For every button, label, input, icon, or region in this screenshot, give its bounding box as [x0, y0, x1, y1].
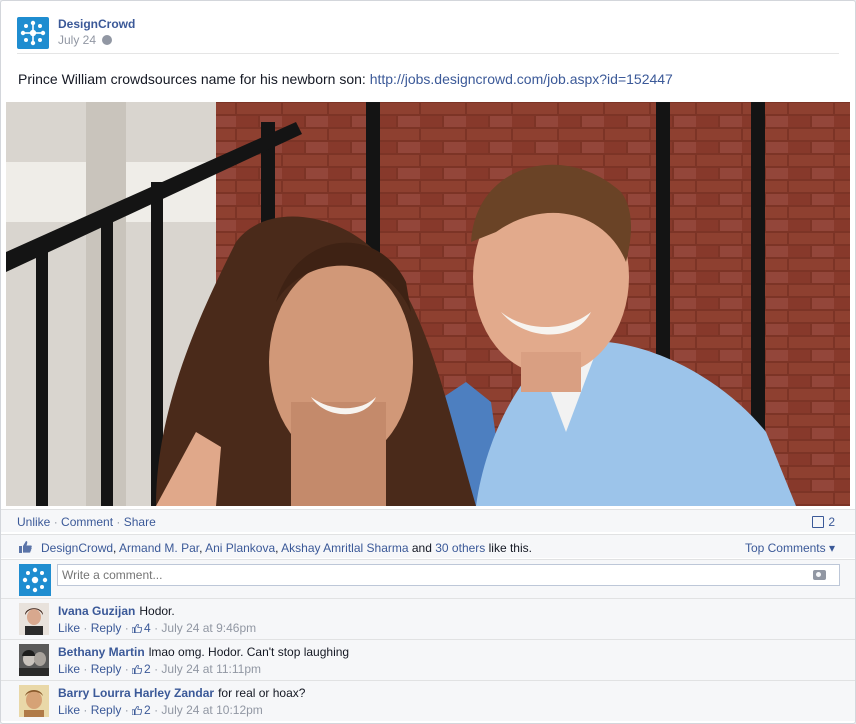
comment-like-link[interactable]: Like: [58, 662, 80, 676]
post-link[interactable]: http://jobs.designcrowd.com/job.aspx?id=…: [370, 71, 673, 87]
comment-time[interactable]: July 24 at 9:46pm: [161, 621, 256, 635]
likes-and: and: [408, 541, 436, 555]
comment-reply-link[interactable]: Reply: [91, 662, 122, 676]
post-photo[interactable]: [6, 102, 850, 506]
comment-item: Barry Lourra Harley Zandar for real or ho…: [1, 680, 855, 721]
comment-composer: [1, 559, 855, 598]
post-actions-bar: Unlike · Comment · Share 2: [1, 509, 855, 532]
liker-link[interactable]: Armand M. Par: [119, 541, 199, 555]
page-name-link[interactable]: DesignCrowd: [58, 17, 135, 31]
comment-link[interactable]: Comment: [61, 515, 113, 529]
comment-meta: Like · Reply · 4 · July 24 at 9:46pm: [58, 621, 257, 635]
comment-likes-count[interactable]: 2: [132, 662, 151, 676]
comment-likes-count[interactable]: 4: [132, 621, 151, 635]
comment-body: Ivana Guzijan Hodor.: [58, 604, 175, 618]
post-action-links: Unlike · Comment · Share: [17, 515, 156, 529]
comment-input[interactable]: [57, 564, 840, 586]
comment-item: Bethany Martin lmao omg. Hodor. Can't sto…: [1, 639, 855, 680]
thumbs-up-icon: [132, 624, 143, 633]
post-card: DesignCrowd July 24 Prince William crowd…: [0, 0, 856, 724]
comment-text: Hodor.: [139, 604, 175, 618]
share-link[interactable]: Share: [124, 515, 156, 529]
post-date-text[interactable]: July 24: [58, 33, 96, 47]
commenter-avatar[interactable]: [19, 603, 49, 635]
header-divider: [17, 53, 839, 54]
comment-author-link[interactable]: Bethany Martin: [58, 645, 145, 659]
likes-suffix: like this.: [485, 541, 532, 555]
camera-icon[interactable]: [813, 570, 826, 580]
designcrowd-logo[interactable]: [17, 17, 49, 49]
comment-like-link[interactable]: Like: [58, 621, 80, 635]
comment-time[interactable]: July 24 at 10:12pm: [161, 703, 262, 717]
comment-count-value: 2: [828, 515, 835, 529]
comment-likes-value: 4: [144, 621, 151, 635]
comment-count-button[interactable]: 2: [812, 515, 835, 529]
comment-text: lmao omg. Hodor. Can't stop laughing: [148, 645, 350, 659]
action-separator: ·: [113, 515, 124, 529]
comment-author-link[interactable]: Ivana Guzijan: [58, 604, 135, 618]
commenter-avatar[interactable]: [19, 644, 49, 676]
commenter-avatar[interactable]: [19, 685, 49, 717]
globe-icon: [102, 35, 113, 45]
action-separator: ·: [50, 515, 62, 529]
comment-meta: Like · Reply · 2 · July 24 at 10:12pm: [58, 703, 263, 717]
photo-illustration: [6, 102, 850, 506]
comment-body: Barry Lourra Harley Zandar for real or ho…: [58, 686, 305, 700]
comment-like-link[interactable]: Like: [58, 703, 80, 717]
comment-item: Ivana Guzijan Hodor. Like · Reply · 4 · J…: [1, 598, 855, 639]
comment-likes-value: 2: [144, 703, 151, 717]
post-timestamp[interactable]: July 24: [58, 33, 113, 47]
liker-link[interactable]: DesignCrowd: [41, 541, 113, 555]
comment-likes-count[interactable]: 2: [132, 703, 151, 717]
comment-author-link[interactable]: Barry Lourra Harley Zandar: [58, 686, 214, 700]
composer-avatar: [19, 564, 51, 596]
thumbs-up-icon: [132, 665, 143, 674]
liker-link[interactable]: Ani Plankova: [205, 541, 275, 555]
thumbs-up-icon: [132, 706, 143, 715]
post-header: DesignCrowd July 24: [17, 15, 839, 49]
comment-meta: Like · Reply · 2 · July 24 at 11:11pm: [58, 662, 262, 676]
liker-link[interactable]: Akshay Amritlal Sharma: [281, 541, 408, 555]
post-message-text: Prince William crowdsources name for his…: [18, 71, 370, 87]
thumbs-up-icon: [19, 541, 32, 553]
others-link[interactable]: 30 others: [435, 541, 485, 555]
comment-reply-link[interactable]: Reply: [91, 703, 122, 717]
comment-likes-value: 2: [144, 662, 151, 676]
top-comments-dropdown[interactable]: Top Comments ▾: [745, 541, 835, 555]
comment-reply-link[interactable]: Reply: [91, 621, 122, 635]
comment-time[interactable]: July 24 at 11:11pm: [161, 662, 261, 676]
comment-text: for real or hoax?: [218, 686, 306, 700]
unlike-link[interactable]: Unlike: [17, 515, 50, 529]
comment-icon: [812, 516, 825, 528]
likes-text: DesignCrowd, Armand M. Par, Ani Plankova…: [41, 541, 532, 555]
likes-summary: DesignCrowd, Armand M. Par, Ani Plankova…: [1, 534, 855, 558]
post-message: Prince William crowdsources name for his…: [18, 71, 673, 87]
comment-body: Bethany Martin lmao omg. Hodor. Can't sto…: [58, 645, 349, 659]
